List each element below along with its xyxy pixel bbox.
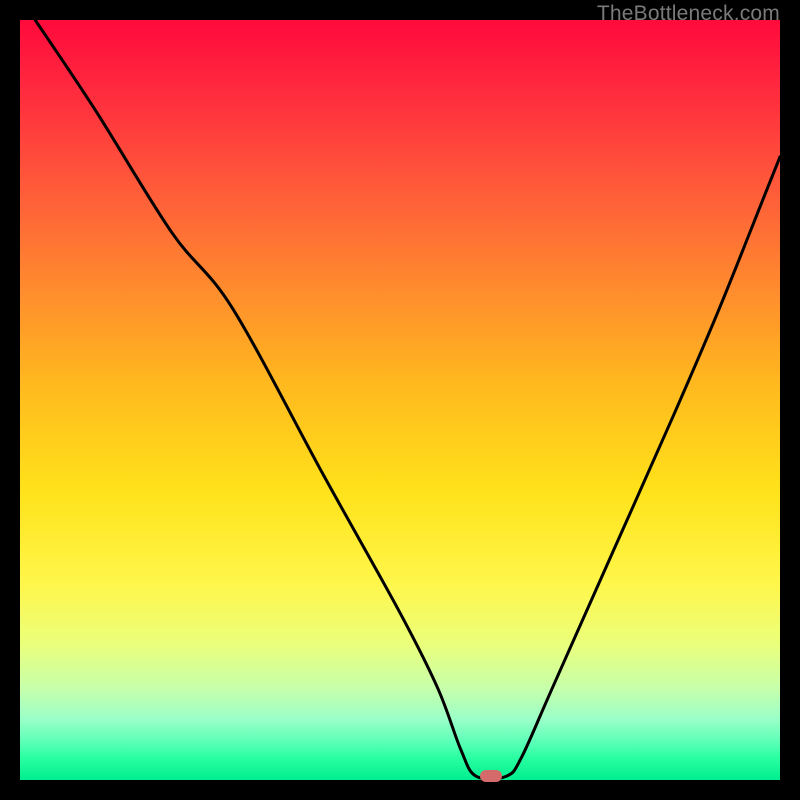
chart-frame: TheBottleneck.com bbox=[0, 0, 800, 800]
plot-area bbox=[20, 20, 780, 780]
optimum-marker bbox=[480, 770, 502, 782]
bottleneck-curve bbox=[20, 20, 780, 780]
